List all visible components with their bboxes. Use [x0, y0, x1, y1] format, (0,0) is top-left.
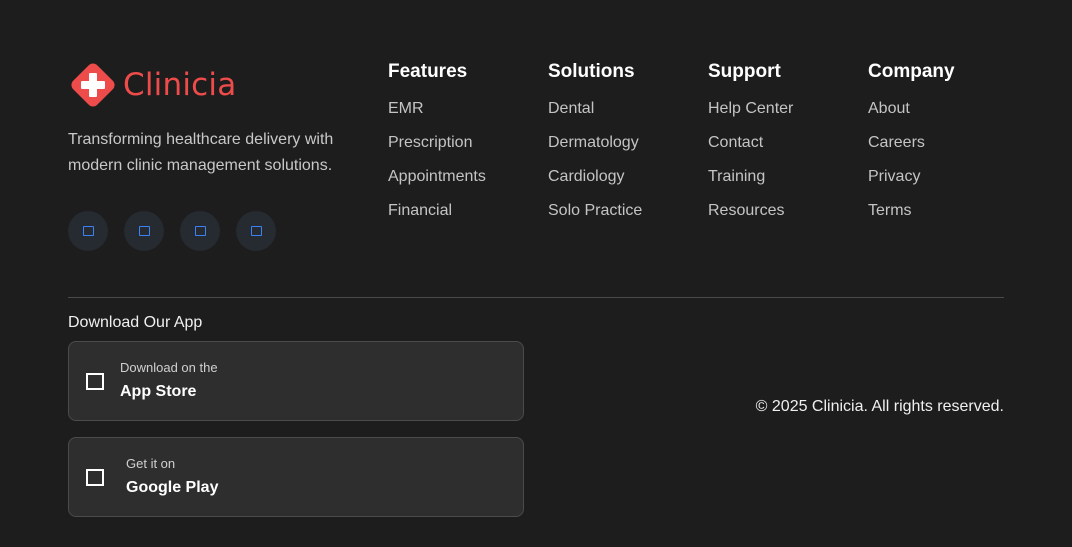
square-icon — [82, 226, 94, 236]
app-store-small-text: Download on the — [120, 360, 218, 375]
app-store-title: App Store — [120, 383, 197, 400]
google-play-button[interactable]: Get it on Google Play — [68, 437, 524, 517]
brand-name: Clinicia — [123, 67, 237, 103]
footer-column-company: Company About Careers Privacy Terms — [868, 60, 955, 236]
google-play-small-text: Get it on — [126, 456, 176, 471]
site-footer: Clinicia Transforming healthcare deliver… — [0, 0, 1072, 547]
column-heading: Features — [388, 61, 468, 82]
square-icon — [250, 226, 262, 236]
medical-cross-icon — [71, 63, 115, 107]
logo[interactable]: Clinicia — [68, 60, 368, 110]
square-icon — [194, 226, 206, 236]
footer-link-training[interactable]: Training — [708, 168, 793, 202]
brand-tagline: Transforming healthcare delivery with mo… — [68, 131, 334, 174]
footer-link-cardiology[interactable]: Cardiology — [548, 168, 642, 202]
footer-link-emr[interactable]: EMR — [388, 100, 486, 134]
footer-link-financial[interactable]: Financial — [388, 202, 486, 236]
social-icon-4[interactable] — [236, 211, 276, 251]
social-icon-1[interactable] — [68, 211, 108, 251]
social-icon-3[interactable] — [180, 211, 220, 251]
footer-column-solutions: Solutions Dental Dermatology Cardiology … — [548, 60, 642, 236]
copyright-text: © 2025 Clinicia. All rights reserved. — [755, 398, 1004, 415]
footer-link-solo-practice[interactable]: Solo Practice — [548, 202, 642, 236]
footer-link-terms[interactable]: Terms — [868, 202, 955, 236]
app-store-button[interactable]: Download on the App Store — [68, 341, 524, 421]
footer-link-dental[interactable]: Dental — [548, 100, 642, 134]
footer-divider — [68, 297, 1004, 298]
footer-link-contact[interactable]: Contact — [708, 134, 793, 168]
social-icon-2[interactable] — [124, 211, 164, 251]
footer-column-support: Support Help Center Contact Training Res… — [708, 60, 793, 236]
column-heading: Support — [708, 61, 781, 82]
footer-link-careers[interactable]: Careers — [868, 134, 955, 168]
apple-icon — [86, 372, 104, 390]
footer-link-prescription[interactable]: Prescription — [388, 134, 486, 168]
footer-link-appointments[interactable]: Appointments — [388, 168, 486, 202]
brand-section: Clinicia Transforming healthcare deliver… — [68, 60, 368, 251]
download-heading: Download Our App — [68, 314, 203, 331]
footer-link-resources[interactable]: Resources — [708, 202, 793, 236]
footer-link-help-center[interactable]: Help Center — [708, 100, 793, 134]
column-heading: Company — [868, 61, 955, 82]
square-icon — [138, 226, 150, 236]
social-links — [68, 211, 368, 251]
google-play-icon — [86, 468, 104, 486]
google-play-title: Google Play — [126, 479, 219, 496]
footer-column-features: Features EMR Prescription Appointments F… — [388, 60, 486, 236]
column-heading: Solutions — [548, 61, 635, 82]
footer-link-privacy[interactable]: Privacy — [868, 168, 955, 202]
google-play-label: Get it on Google Play — [126, 456, 218, 498]
app-store-label: Download on the App Store — [120, 360, 218, 402]
footer-link-dermatology[interactable]: Dermatology — [548, 134, 642, 168]
footer-link-about[interactable]: About — [868, 100, 955, 134]
